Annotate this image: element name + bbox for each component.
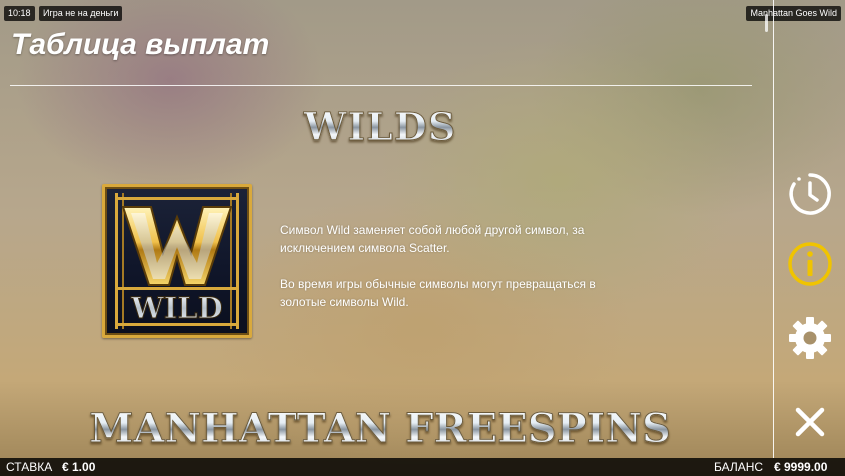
clock-readout: 10:18 (4, 6, 35, 21)
balance-label: БАЛАНС (714, 460, 764, 474)
wilds-heading: WILDS (0, 104, 760, 150)
bet-value: € 1.00 (62, 460, 96, 474)
gear-icon (789, 317, 831, 359)
history-button[interactable] (786, 170, 834, 218)
wild-symbol-art: WILD (115, 193, 239, 329)
info-button[interactable] (786, 240, 834, 288)
freespins-heading: MANHATTAN FREESPINS (0, 405, 760, 453)
game-name-label: Manhattan Goes Wild (746, 6, 841, 21)
bet-label: СТАВКА (6, 460, 53, 474)
bottom-status-bar: СТАВКА € 1.00 БАЛАНС € 9999.00 (0, 458, 845, 476)
page-title: Таблица выплат (11, 28, 270, 61)
wild-symbol-label: WILD (130, 291, 223, 325)
settings-button[interactable] (786, 314, 834, 362)
wild-description-2: Во время игры обычные символы могут прев… (280, 277, 596, 309)
close-button[interactable] (786, 398, 834, 446)
play-for-fun-notice: Игра не на деньги (39, 6, 123, 21)
balance-value: € 9999.00 (774, 460, 828, 474)
wild-description-1: Символ Wild заменяет собой любой другой … (280, 223, 585, 255)
scrollbar-thumb[interactable] (765, 14, 768, 32)
wild-symbol-image: WILD (102, 184, 252, 338)
info-icon (788, 242, 832, 286)
close-icon (795, 407, 825, 437)
scrollbar-track[interactable] (773, 0, 774, 458)
clock-icon (789, 173, 831, 215)
title-divider (10, 85, 752, 86)
